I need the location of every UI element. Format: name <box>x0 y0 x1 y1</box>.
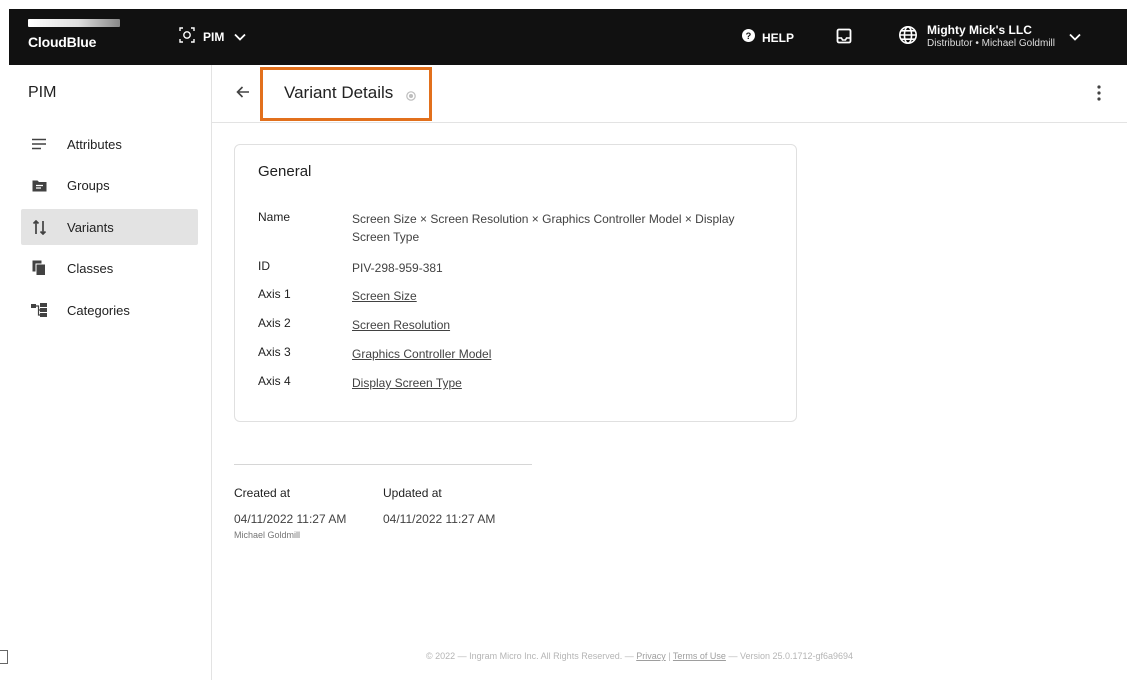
sidebar-item-attributes[interactable]: Attributes <box>21 126 198 162</box>
terms-link[interactable]: Terms of Use <box>673 651 726 661</box>
created-by-user: Michael Goldmill <box>234 530 301 540</box>
page-header: Variant Details <box>212 65 1127 123</box>
created-at-block: Created at 04/11/2022 11:27 AM Michael G… <box>234 486 346 540</box>
divider <box>234 464 532 465</box>
field-label: ID <box>258 259 270 273</box>
created-at-value: 04/11/2022 11:27 AM <box>234 512 347 526</box>
axis-link[interactable]: Screen Size <box>352 287 762 305</box>
logo-text: CloudBlue <box>28 34 97 50</box>
variants-icon <box>21 219 57 235</box>
hierarchy-icon <box>21 303 57 317</box>
top-bar: CloudBlue PIM ? HELP Mighty Mick's LLC D… <box>9 9 1127 65</box>
corner-marker <box>0 650 8 664</box>
back-arrow-icon[interactable] <box>236 85 250 104</box>
account-name: Mighty Mick's LLC <box>927 23 1032 37</box>
sidebar-title: PIM <box>28 84 57 101</box>
updated-at-block: Updated at 04/11/2022 11:27 AM <box>383 486 495 526</box>
privacy-link[interactable]: Privacy <box>636 651 666 661</box>
sidebar-item-label: Classes <box>67 260 114 276</box>
field-value: PIV-298-959-381 <box>352 261 443 275</box>
inbox-icon <box>836 28 852 48</box>
field-label: Axis 2 <box>258 316 291 330</box>
sidebar-item-classes[interactable]: Classes <box>21 250 198 286</box>
sidebar-item-categories[interactable]: Categories <box>21 292 198 328</box>
field-label: Axis 4 <box>258 374 291 388</box>
updated-at-value: 04/11/2022 11:27 AM <box>383 512 496 526</box>
sidebar-item-label: Groups <box>67 177 110 193</box>
svg-text:?: ? <box>746 31 752 41</box>
copy-icon <box>21 260 57 276</box>
field-value: Screen Size × Screen Resolution × Graphi… <box>352 212 735 244</box>
pim-module-icon <box>178 26 196 49</box>
chevron-down-icon <box>234 28 246 46</box>
globe-icon <box>898 25 918 50</box>
footer-copyright: © 2022 — Ingram Micro Inc. All Rights Re… <box>426 651 637 661</box>
logo-bar <box>28 19 120 27</box>
axis-link[interactable]: Display Screen Type <box>352 374 762 392</box>
field-label: Name <box>258 210 291 224</box>
title-highlight-box <box>260 67 432 121</box>
cloudblue-logo[interactable]: CloudBlue <box>28 19 120 57</box>
sidebar-item-label: Variants <box>67 219 114 235</box>
footer-version: — Version 25.0.1712-gf6a9694 <box>725 651 854 661</box>
field-label: Axis 1 <box>258 287 291 301</box>
list-icon <box>21 138 57 150</box>
inbox-button[interactable] <box>836 28 852 49</box>
more-vert-icon[interactable] <box>1096 84 1102 107</box>
sidebar: PIM Attributes Groups Variants Classes C… <box>9 65 212 680</box>
sidebar-item-label: Attributes <box>67 136 122 152</box>
card-title: General <box>258 163 312 180</box>
module-label: PIM <box>203 30 225 44</box>
chevron-down-icon <box>1069 28 1081 46</box>
account-role: Distributor • Michael Goldmill <box>927 38 1055 49</box>
help-button[interactable]: ? HELP <box>742 29 794 47</box>
sidebar-item-label: Categories <box>67 302 130 318</box>
sidebar-item-variants[interactable]: Variants <box>21 209 198 245</box>
account-menu[interactable]: Mighty Mick's LLC Distributor • Michael … <box>898 20 1081 54</box>
footer: © 2022 — Ingram Micro Inc. All Rights Re… <box>426 651 853 661</box>
help-circle-icon: ? <box>742 29 755 47</box>
footer-separator: | <box>665 651 673 661</box>
updated-at-label: Updated at <box>383 486 442 500</box>
axis-link[interactable]: Screen Resolution <box>352 316 762 334</box>
sidebar-item-groups[interactable]: Groups <box>21 167 198 203</box>
axis-link[interactable]: Graphics Controller Model <box>352 345 762 363</box>
module-switcher[interactable]: PIM <box>178 26 246 48</box>
help-label: HELP <box>762 31 795 45</box>
field-label: Axis 3 <box>258 345 291 359</box>
created-at-label: Created at <box>234 486 291 500</box>
account-info: Mighty Mick's LLC Distributor • Michael … <box>927 24 1055 50</box>
folder-icon <box>21 179 57 192</box>
general-card: General Name Screen Size × Screen Resolu… <box>234 144 797 422</box>
